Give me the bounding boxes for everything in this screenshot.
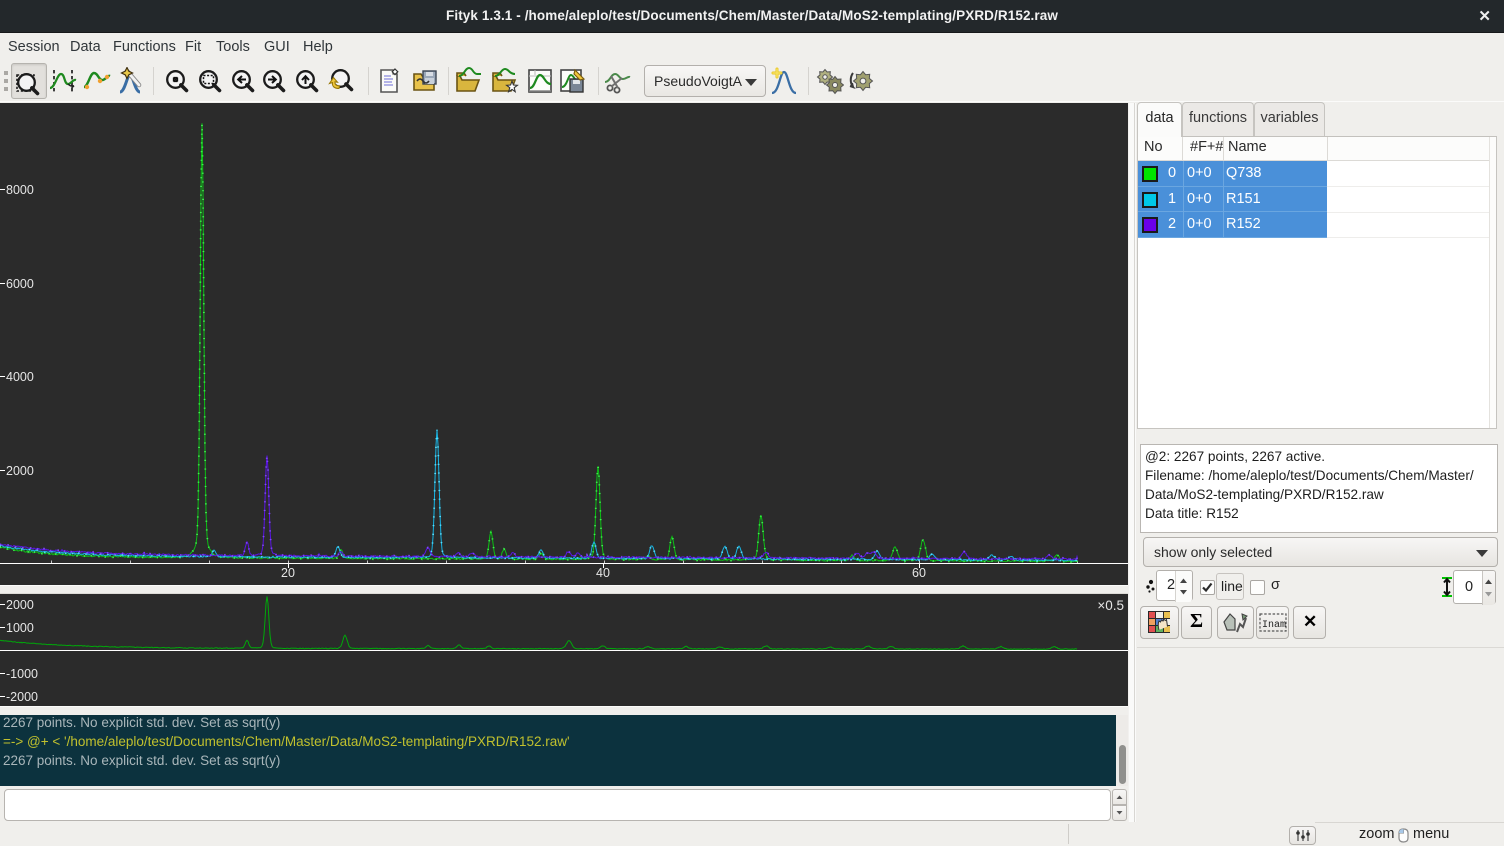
- svg-text:Inam: Inam: [1262, 620, 1286, 631]
